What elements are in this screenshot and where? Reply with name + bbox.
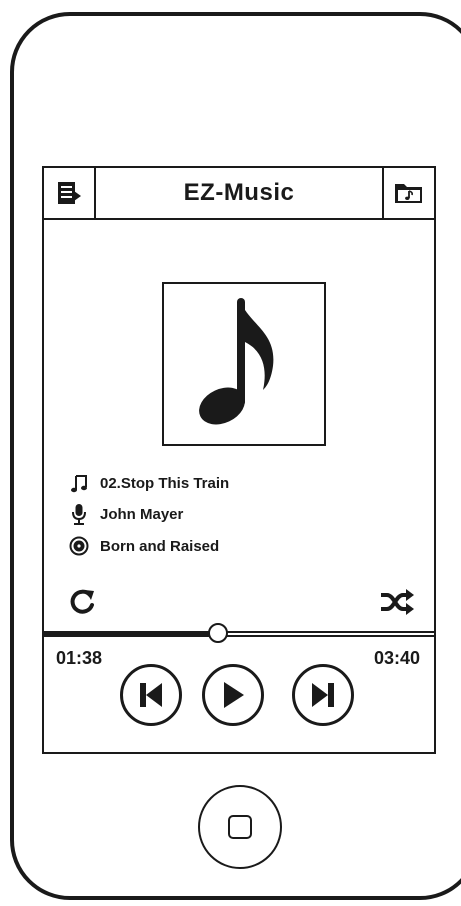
app-title: EZ-Music: [183, 179, 295, 206]
elapsed-time: 01:38: [56, 648, 103, 668]
home-button[interactable]: [198, 785, 282, 869]
next-button[interactable]: [292, 664, 354, 726]
music-folder-button[interactable]: [382, 168, 434, 218]
microphone-icon: [68, 503, 90, 525]
album-name: Born and Raised: [100, 537, 220, 555]
repeat-icon: [70, 589, 94, 614]
progress-fill: [44, 631, 218, 637]
shuffle-button[interactable]: [377, 586, 417, 618]
previous-button[interactable]: [120, 664, 182, 726]
repeat-button[interactable]: [66, 586, 98, 618]
music-folder-icon: [395, 184, 422, 203]
track-title-row: 02.Stop This Train: [68, 472, 229, 494]
progress-bar[interactable]: [44, 623, 434, 643]
album-art: [162, 282, 326, 446]
music-notes-icon: [68, 472, 90, 494]
play-icon: [224, 682, 244, 708]
total-duration: 03:40: [373, 648, 420, 668]
album-row: Born and Raised: [68, 535, 219, 557]
disc-icon: [68, 535, 90, 557]
track-title: 02.Stop This Train: [100, 474, 230, 492]
progress-handle[interactable]: [208, 623, 228, 643]
playlist-button[interactable]: [44, 168, 96, 218]
playlist-icon: [58, 182, 81, 204]
artist-row: John Mayer: [68, 503, 183, 525]
home-square-icon: [228, 815, 252, 839]
top-bar: EZ-Music: [44, 168, 434, 220]
skip-previous-icon: [140, 683, 162, 707]
player-screen: EZ-Music 02.Stop This Train John Mayer B…: [42, 166, 436, 754]
music-note-icon: [199, 298, 274, 425]
artist-name: John Mayer: [100, 505, 184, 523]
play-button[interactable]: [202, 664, 264, 726]
skip-next-icon: [312, 683, 334, 707]
shuffle-icon: [381, 589, 414, 615]
